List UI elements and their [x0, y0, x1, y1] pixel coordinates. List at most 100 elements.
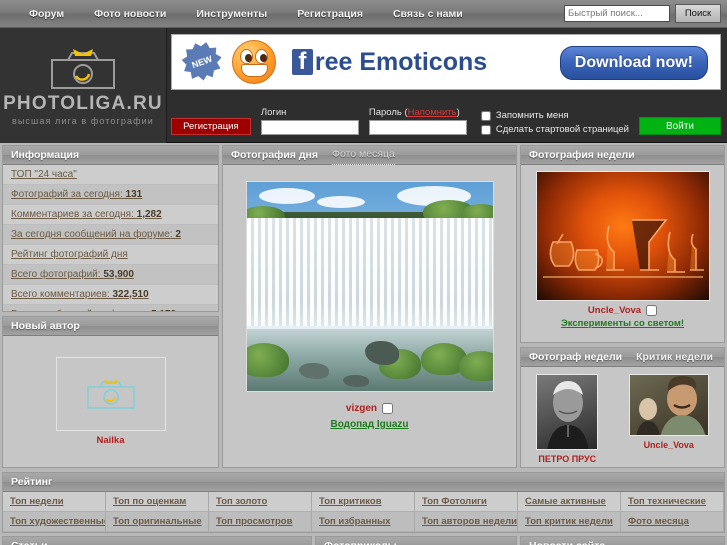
rating-link-photo-of-month[interactable]: Фото месяца: [621, 512, 724, 532]
information-list: ТОП "24 часа" Фотографий за сегодня: 131…: [3, 165, 218, 311]
rating-link-top-ratings[interactable]: Топ по оценкам: [106, 492, 209, 512]
set-homepage-checkbox[interactable]: [480, 124, 491, 135]
nav-photo-news[interactable]: Фото новости: [79, 0, 181, 28]
main-columns: Информация ТОП "24 часа" Фотографий за с…: [0, 143, 727, 468]
password-input[interactable]: [368, 120, 467, 135]
critic-portrait[interactable]: [628, 374, 709, 436]
photo-of-week-body: Uncle_Vova Эксперименты со светом!: [521, 165, 724, 342]
set-homepage-label: Сделать стартовой страницей: [495, 124, 629, 135]
photo-of-week-author-checkbox[interactable]: [646, 305, 658, 316]
rating-link-top-gold[interactable]: Топ золото: [209, 492, 312, 512]
rating-link-top-critics[interactable]: Топ критиков: [312, 492, 415, 512]
critic-of-week-name[interactable]: Uncle_Vova: [644, 440, 694, 450]
remember-me-checkbox[interactable]: [480, 110, 491, 121]
tab-photo-of-month[interactable]: Фото месяца: [331, 146, 395, 165]
photo-of-week-title: Фотография недели: [521, 146, 724, 165]
bottom-panels-row: Статьи Фотоприколы Новости сайта: [2, 536, 725, 545]
camera-placeholder-icon: [84, 377, 138, 411]
left-sidebar: Информация ТОП "24 часа" Фотографий за с…: [2, 145, 219, 468]
center-column: Фотография дня Фото месяца vizgen Водопа…: [222, 145, 517, 468]
password-remind-link[interactable]: Напомнить: [408, 107, 457, 118]
new-author-name[interactable]: Nailka: [97, 435, 125, 446]
photographer-critic-tabs: Фотограф недели Критик недели: [521, 348, 724, 367]
login-input[interactable]: [260, 120, 359, 135]
photo-of-week-image[interactable]: [535, 171, 710, 301]
rating-links-grid: Топ недели Топ по оценкам Топ золото Топ…: [3, 492, 724, 532]
rating-link-top-artistic[interactable]: Топ художественные: [3, 512, 106, 532]
rating-link-top-views[interactable]: Топ просмотров: [209, 512, 312, 532]
remember-me-row[interactable]: Запомнить меня: [480, 110, 629, 121]
logo-tagline: высшая лига в фотографии: [11, 115, 154, 126]
login-field-group: Логин: [260, 107, 359, 135]
photo-of-day-author: vizgen: [346, 403, 394, 414]
download-now-button[interactable]: Download now!: [559, 46, 708, 80]
nav-registration[interactable]: Регистрация: [282, 0, 378, 28]
photographer-critic-body: ПЕТРО ПРУС Uncle_Vova: [521, 367, 724, 467]
search-button[interactable]: Поиск: [675, 4, 721, 23]
login-bar: Регистрация Логин Пароль (Напомнить) Зап…: [167, 90, 727, 142]
password-label: Пароль (Напомнить): [368, 107, 460, 118]
rating-link-top-original[interactable]: Топ оригинальные: [106, 512, 209, 532]
login-options: Запомнить меня Сделать стартовой страниц…: [480, 110, 629, 135]
articles-panel-title: Статьи: [3, 537, 311, 545]
new-author-photo-frame[interactable]: [55, 357, 166, 431]
information-panel-title: Информация: [3, 146, 218, 165]
search-input[interactable]: [564, 5, 670, 22]
info-link-total-forum-posts[interactable]: Всего сообщений на форуме: 5,172: [3, 305, 218, 311]
photo-of-day-title[interactable]: Водопад Iguazu: [330, 419, 408, 430]
articles-panel: Статьи: [2, 536, 312, 545]
header-right: NEW f ree Emoticons Download now! Регист…: [167, 28, 727, 142]
info-link-photos-today[interactable]: Фотографий за сегодня: 131: [3, 185, 218, 205]
banner-headline: f ree Emoticons: [291, 47, 488, 77]
nav-contact[interactable]: Связь с нами: [378, 0, 478, 28]
info-link-forum-posts-today[interactable]: За сегодня сообщений на форуме: 2: [3, 225, 218, 245]
rating-link-top-week-critic[interactable]: Топ критик недели: [518, 512, 621, 532]
site-logo[interactable]: PHOTOLIGA.RU высшая лига в фотографии: [0, 28, 167, 143]
tab-photo-of-day[interactable]: Фотография дня: [231, 146, 318, 165]
top-navigation-bar: Форум Фото новости Инструменты Регистрац…: [0, 0, 727, 28]
info-link-comments-today[interactable]: Комментариев за сегодня: 1,282: [3, 205, 218, 225]
rating-link-top-week[interactable]: Топ недели: [3, 492, 106, 512]
info-link-top24[interactable]: ТОП "24 часа": [3, 165, 218, 185]
remember-me-label: Запомнить меня: [495, 110, 569, 121]
tab-photographer-of-week[interactable]: Фотограф недели: [529, 348, 622, 367]
photo-of-week-author-name[interactable]: Uncle_Vova: [588, 305, 641, 316]
login-submit-button[interactable]: Войти: [639, 117, 721, 135]
new-author-panel-title: Новый автор: [3, 317, 218, 336]
photo-of-day-panel: Фотография дня Фото месяца vizgen Водопа…: [222, 145, 517, 468]
photo-of-week-caption[interactable]: Эксперименты со светом!: [561, 318, 684, 329]
tab-critic-of-week[interactable]: Критик недели: [636, 348, 713, 367]
photographer-portrait[interactable]: [536, 374, 599, 450]
rating-panel: Рейтинг Топ недели Топ по оценкам Топ зо…: [2, 472, 725, 533]
rating-link-top-photoliga[interactable]: Топ Фотолиги: [415, 492, 518, 512]
register-button[interactable]: Регистрация: [170, 118, 251, 135]
facebook-f-icon: f: [291, 49, 313, 75]
info-link-total-comments[interactable]: Всего комментариев: 322,510: [3, 285, 218, 305]
nav-forum[interactable]: Форум: [14, 0, 79, 28]
photo-of-week-author: Uncle_Vova: [588, 305, 658, 316]
nav-tools[interactable]: Инструменты: [181, 0, 282, 28]
rating-link-top-technical[interactable]: Топ технические: [621, 492, 724, 512]
info-link-total-photos[interactable]: Всего фотографий: 53,900: [3, 265, 218, 285]
rating-link-most-active[interactable]: Самые активные: [518, 492, 621, 512]
right-sidebar: Фотография недели Uncle_Vova Эксперимент…: [520, 145, 725, 468]
site-header: PHOTOLIGA.RU высшая лига в фотографии NE…: [0, 28, 727, 143]
info-link-day-rating[interactable]: Рейтинг фотографий дня: [3, 245, 218, 265]
advertisement-banner[interactable]: NEW f ree Emoticons Download now!: [170, 34, 721, 90]
photographer-of-week-name[interactable]: ПЕТРО ПРУС: [538, 454, 596, 464]
critic-of-week-item: Uncle_Vova: [628, 374, 709, 450]
banner-headline-text: ree Emoticons: [314, 47, 488, 76]
photo-of-day-author-name[interactable]: vizgen: [346, 403, 377, 414]
rating-link-top-week-authors[interactable]: Топ авторов недели: [415, 512, 518, 532]
photographer-of-week-panel: Фотограф недели Критик недели ПЕТРО ПРУС…: [520, 347, 725, 468]
login-label: Логин: [260, 107, 287, 118]
photo-of-day-image[interactable]: [245, 181, 494, 392]
photo-of-day-body: vizgen Водопад Iguazu: [223, 165, 516, 467]
new-author-body: Nailka: [3, 336, 218, 467]
photo-jokes-panel-title: Фотоприколы: [316, 537, 516, 545]
set-homepage-row[interactable]: Сделать стартовой страницей: [480, 124, 629, 135]
rating-panel-title: Рейтинг: [3, 473, 724, 492]
photo-of-day-author-checkbox[interactable]: [382, 403, 394, 414]
information-panel: Информация ТОП "24 часа" Фотографий за с…: [2, 145, 219, 312]
rating-link-top-favorites[interactable]: Топ избранных: [312, 512, 415, 532]
